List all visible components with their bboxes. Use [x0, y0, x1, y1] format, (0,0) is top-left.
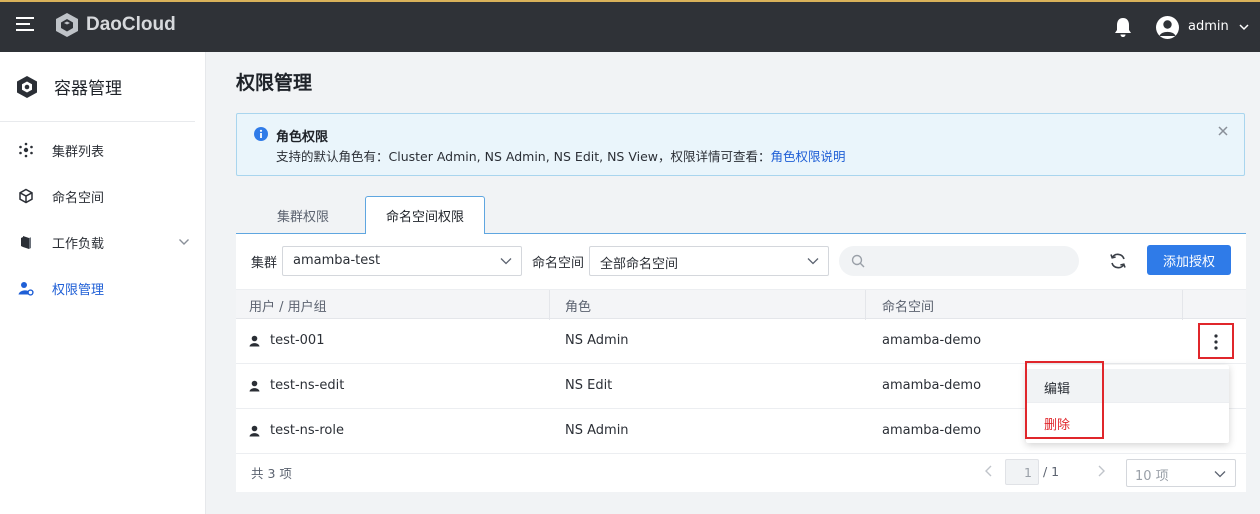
column-divider [865, 290, 866, 320]
sidebar-title: 容器管理 [54, 79, 122, 99]
role-cell: NS Admin [565, 423, 629, 438]
chevron-down-icon [807, 258, 819, 265]
user-settings-icon [18, 282, 34, 296]
user-name[interactable]: admin [1188, 19, 1229, 34]
alert-title: 角色权限 [276, 130, 329, 145]
workload-icon [21, 236, 31, 249]
user-avatar-icon [1159, 20, 1176, 36]
user-icon [249, 335, 260, 347]
more-vertical-icon [1214, 334, 1218, 350]
column-header-user[interactable]: 用户 / 用户组 [249, 296, 327, 315]
user-cell: test-001 [270, 333, 325, 348]
tab-cluster-permissions[interactable]: 集群权限 [248, 196, 358, 234]
add-authorization-button[interactable]: 添加授权 [1147, 245, 1231, 275]
sidebar-item-label: 集群列表 [52, 144, 105, 160]
close-icon[interactable] [1217, 125, 1229, 137]
role-cell: NS Admin [565, 333, 629, 348]
role-permission-doc-link[interactable]: 角色权限说明 [771, 149, 846, 164]
user-cell: test-ns-role [270, 423, 344, 438]
menu-icon[interactable] [16, 17, 34, 35]
page-size-select[interactable]: 10 项 [1126, 459, 1236, 487]
cluster-select-value: amamba-test [293, 253, 381, 268]
total-pages: / 1 [1043, 464, 1060, 479]
avatar[interactable] [1156, 16, 1179, 39]
chevron-left-icon[interactable] [984, 465, 994, 477]
cluster-select[interactable]: amamba-test [282, 246, 522, 276]
sidebar-item-clusters[interactable]: 集群列表 [0, 127, 205, 173]
bell-icon[interactable] [1112, 16, 1134, 38]
sidebar-item-label: 工作负载 [52, 236, 105, 252]
table-header: 用户 / 用户组 角色 命名空间 [236, 289, 1246, 320]
search-input[interactable] [839, 246, 1079, 276]
logo[interactable]: DaoCloud [54, 12, 176, 38]
namespace-cell: amamba-demo [882, 333, 982, 348]
tab-namespace-permissions[interactable]: 命名空间权限 [365, 196, 485, 234]
column-divider [1182, 290, 1183, 320]
sidebar-item-namespaces[interactable]: 命名空间 [0, 173, 205, 219]
sidebar-header: 容器管理 [0, 52, 195, 122]
cluster-icon [19, 142, 33, 158]
search-icon [851, 254, 865, 268]
info-alert: 角色权限 支持的默认角色有：Cluster Admin, NS Admin, N… [236, 113, 1245, 176]
chevron-down-icon[interactable] [1239, 22, 1249, 32]
namespace-cell: amamba-demo [882, 378, 982, 393]
column-divider [549, 290, 550, 320]
sidebar-item-workloads[interactable]: 工作负载 [0, 219, 205, 265]
chevron-right-icon[interactable] [1096, 465, 1106, 477]
namespace-select[interactable]: 全部命名空间 [589, 246, 829, 276]
alert-text: 支持的默认角色有：Cluster Admin, NS Admin, NS Edi… [276, 146, 846, 165]
user-cell: test-ns-edit [270, 378, 345, 393]
chevron-down-icon [1214, 471, 1226, 478]
info-icon [254, 127, 268, 141]
top-bar: DaoCloud admin [0, 0, 1260, 52]
column-header-namespace[interactable]: 命名空间 [882, 296, 934, 315]
namespace-filter-label: 命名空间 [532, 256, 585, 271]
sidebar: 容器管理 集群列表 命名空间 工作负载 权限管理 [0, 52, 206, 514]
namespace-cell: amamba-demo [882, 423, 982, 438]
sidebar-item-label: 权限管理 [52, 282, 105, 298]
namespace-select-value: 全部命名空间 [600, 257, 679, 272]
table-row: test-001 NS Admin amamba-demo [236, 319, 1246, 364]
page-size-value: 10 项 [1135, 469, 1169, 484]
alert-description: 支持的默认角色有：Cluster Admin, NS Admin, NS Edi… [276, 149, 771, 164]
sidebar-item-permissions[interactable]: 权限管理 [0, 265, 205, 311]
role-cell: NS Edit [565, 378, 613, 393]
refresh-icon[interactable] [1108, 251, 1128, 271]
chevron-down-icon[interactable] [178, 237, 190, 247]
cluster-filter-label: 集群 [251, 256, 278, 271]
chevron-down-icon [500, 258, 512, 265]
daocloud-logo-icon [56, 13, 78, 37]
user-icon [249, 380, 260, 392]
user-icon [249, 425, 260, 437]
container-management-icon [17, 75, 37, 98]
sidebar-item-label: 命名空间 [52, 190, 105, 206]
current-page: 1 [1024, 465, 1032, 480]
total-count: 共 3 项 [251, 466, 292, 481]
logo-text: DaoCloud [86, 14, 176, 35]
column-header-role[interactable]: 角色 [565, 296, 591, 315]
annotation-highlight-box [1025, 361, 1104, 439]
row-actions-button[interactable] [1198, 323, 1234, 359]
page-number-input[interactable]: 1 [1005, 459, 1039, 485]
page-title: 权限管理 [236, 72, 313, 94]
namespace-cube-icon [19, 188, 33, 204]
